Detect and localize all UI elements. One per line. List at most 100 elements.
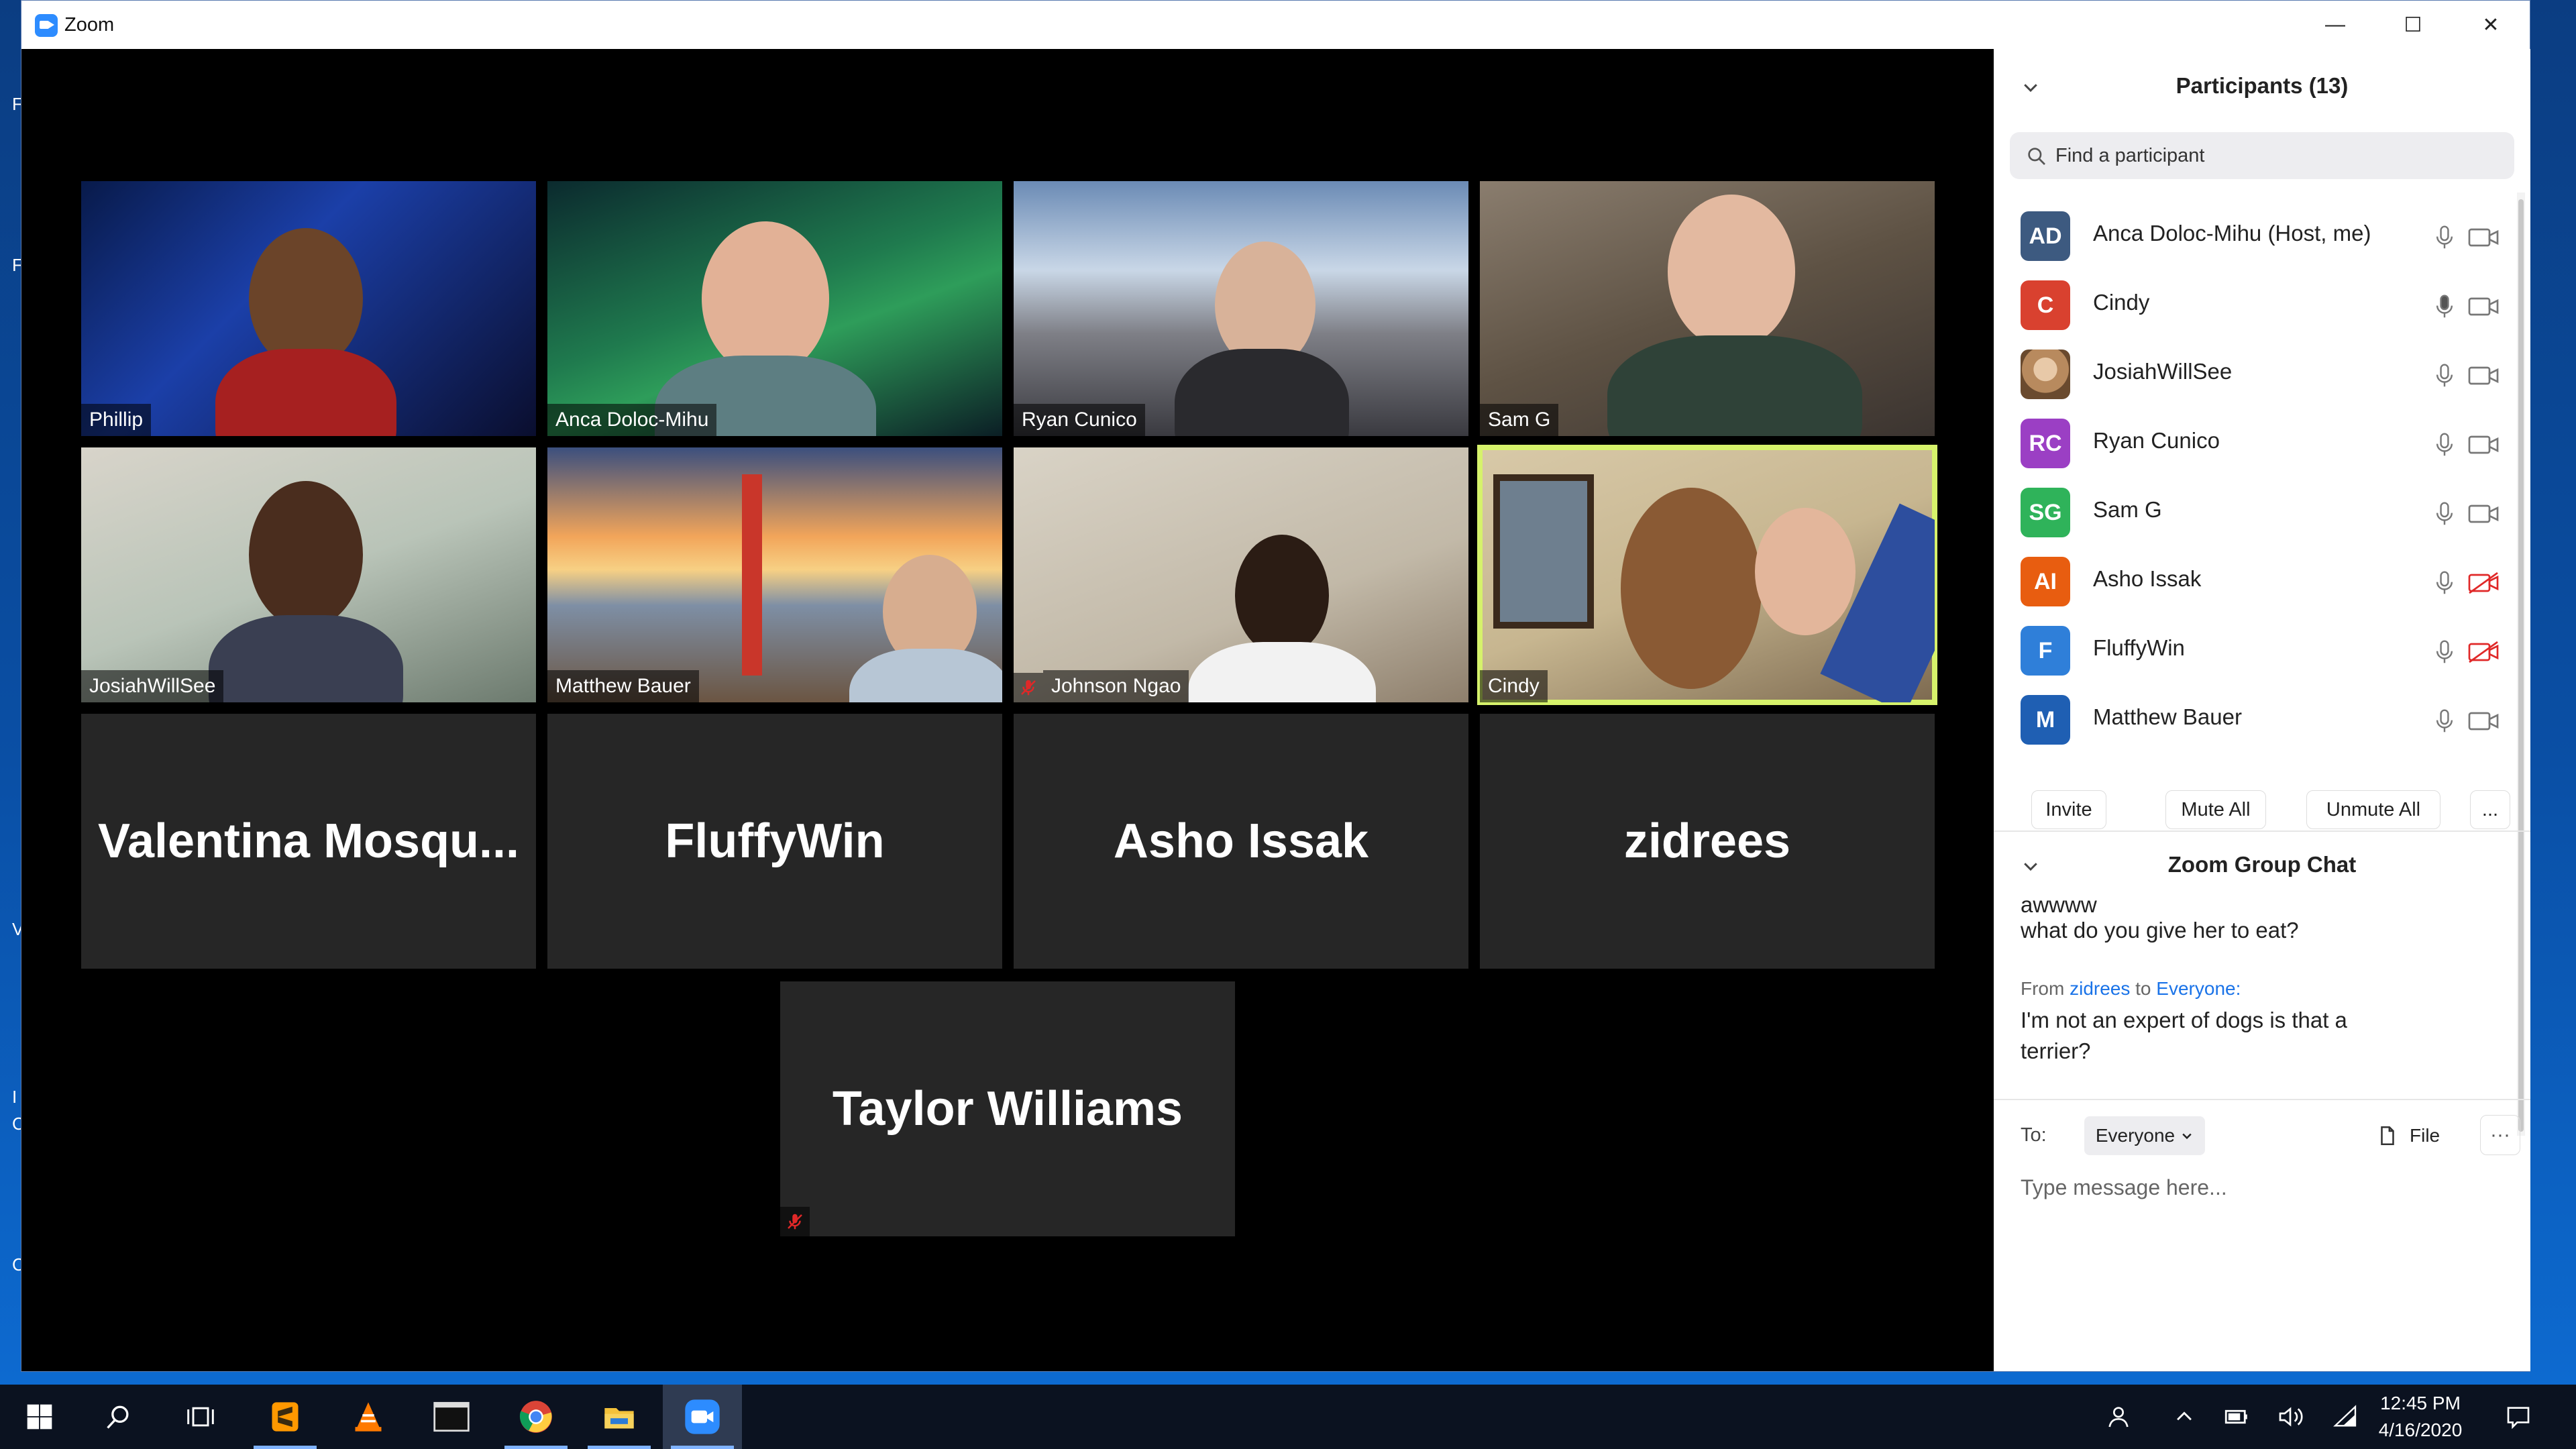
participant-row[interactable]: F FluffyWin <box>1994 612 2530 682</box>
avatar: AD <box>2021 211 2070 261</box>
participant-name: Ryan Cunico <box>2093 428 2220 453</box>
wifi-icon[interactable] <box>2329 1401 2361 1433</box>
minimize-button[interactable]: — <box>2296 1 2374 49</box>
video-off-icon[interactable] <box>2467 572 2500 594</box>
participant-display-name: zidrees <box>1623 814 1791 868</box>
taskbar-app-terminal[interactable] <box>412 1385 491 1449</box>
chat-message-list[interactable]: awwww what do you give her to eat? From … <box>1994 899 2517 1091</box>
video-camera-icon[interactable] <box>2467 295 2500 318</box>
taskbar-search-button[interactable] <box>79 1385 158 1449</box>
participant-row[interactable]: JosiahWillSee <box>1994 336 2530 405</box>
name-only-tile[interactable]: FluffyWin <box>547 714 1002 969</box>
participants-header: Participants (13) <box>1994 49 2530 123</box>
battery-icon[interactable] <box>2220 1401 2253 1433</box>
sender-link[interactable]: zidrees <box>2070 978 2130 999</box>
participant-video <box>702 221 829 376</box>
microphone-icon[interactable] <box>2433 432 2456 458</box>
video-tile[interactable]: Anca Doloc-Mihu <box>547 181 1002 436</box>
name-only-tile[interactable]: zidrees <box>1480 714 1935 969</box>
avatar: RC <box>2021 419 2070 468</box>
chevron-up-icon[interactable] <box>2168 1401 2200 1433</box>
video-off-icon[interactable] <box>2467 641 2500 663</box>
video-tile[interactable]: Ryan Cunico <box>1014 181 1468 436</box>
microphone-icon[interactable] <box>2433 363 2456 388</box>
name-only-tile[interactable]: Asho Issak <box>1014 714 1468 969</box>
participant-search[interactable] <box>2010 132 2514 179</box>
participant-row[interactable]: AI Asho Issak <box>1994 543 2530 612</box>
participant-name-tag: Sam G <box>1480 404 1559 436</box>
close-button[interactable]: ✕ <box>2452 1 2530 49</box>
name-only-tile[interactable]: Valentina Mosqu... <box>81 714 536 969</box>
video-tile[interactable]: Sam G <box>1480 181 1935 436</box>
chat-more-button[interactable]: ··· <box>2480 1115 2520 1155</box>
participant-display-name: FluffyWin <box>665 814 885 868</box>
microphone-icon[interactable] <box>2433 501 2456 527</box>
taskbar-app-zoom[interactable] <box>663 1385 742 1449</box>
video-tile[interactable]: JosiahWillSee <box>81 447 536 702</box>
taskbar-app-vlc[interactable] <box>329 1385 408 1449</box>
from-label: From <box>2021 978 2065 999</box>
microphone-icon[interactable] <box>2433 570 2456 596</box>
participant-video <box>249 481 363 629</box>
participant-display-name: Valentina Mosqu... <box>97 814 520 868</box>
chat-recipient-bar: To: Everyone File ··· <box>1994 1107 2520 1165</box>
participant-video <box>209 615 403 702</box>
more-options-button[interactable]: ... <box>2470 790 2510 829</box>
mic-muted-icon <box>1021 680 1036 696</box>
mic-muted-icon <box>788 1214 802 1230</box>
video-camera-icon[interactable] <box>2467 433 2500 456</box>
video-camera-icon[interactable] <box>2467 364 2500 387</box>
participant-name-tag: Anca Doloc-Mihu <box>547 404 717 436</box>
video-tile[interactable]: Johnson Ngao <box>1014 447 1468 702</box>
running-indicator <box>671 1446 734 1449</box>
participant-row[interactable]: AD Anca Doloc-Mihu (Host, me) <box>1994 198 2530 267</box>
maximize-button[interactable]: ☐ <box>2374 1 2452 49</box>
avatar: C <box>2021 280 2070 330</box>
participant-row[interactable]: C Cindy <box>1994 267 2530 336</box>
recipient-link[interactable]: Everyone: <box>2156 978 2241 999</box>
participant-row[interactable]: SG Sam G <box>1994 474 2530 543</box>
microphone-icon[interactable] <box>2433 225 2456 250</box>
unmute-all-button[interactable]: Unmute All <box>2306 790 2440 829</box>
chat-message: terrier? <box>2021 1038 2091 1063</box>
search-input[interactable] <box>2055 140 2485 171</box>
microphone-icon[interactable] <box>2433 294 2456 319</box>
system-clock[interactable]: 12:45 PM 4/16/2020 <box>2360 1390 2481 1444</box>
task-view-button[interactable] <box>161 1385 240 1449</box>
background-image <box>742 474 762 676</box>
people-icon[interactable] <box>2102 1401 2135 1433</box>
title-bar[interactable]: Zoom — ☐ ✕ <box>21 1 2530 49</box>
gallery-view: Phillip Anca Doloc-Mihu Ryan Cunico Sam … <box>21 49 1994 1371</box>
invite-button[interactable]: Invite <box>2031 790 2106 829</box>
participant-row[interactable]: RC Ryan Cunico <box>1994 405 2530 474</box>
taskbar-app-chrome[interactable] <box>496 1385 576 1449</box>
recipient-dropdown[interactable]: Everyone <box>2084 1116 2205 1155</box>
search-icon <box>2028 148 2045 165</box>
mute-all-button[interactable]: Mute All <box>2165 790 2266 829</box>
video-tile[interactable]: Matthew Bauer <box>547 447 1002 702</box>
zoom-window: Zoom — ☐ ✕ Phillip Anca Doloc-Mihu Ryan … <box>21 0 2530 1372</box>
notification-icon[interactable] <box>2502 1401 2534 1433</box>
taskbar-app-file-explorer[interactable] <box>580 1385 659 1449</box>
taskbar-app-sublime[interactable] <box>246 1385 325 1449</box>
microphone-icon[interactable] <box>2433 708 2456 734</box>
video-camera-icon[interactable] <box>2467 710 2500 733</box>
video-tile-active-speaker[interactable]: Cindy <box>1477 445 1937 705</box>
file-button[interactable]: File <box>2376 1116 2470 1155</box>
volume-icon[interactable] <box>2274 1401 2306 1433</box>
participant-name-tag: JosiahWillSee <box>81 670 224 702</box>
to-label: To: <box>2021 1124 2047 1146</box>
video-camera-icon[interactable] <box>2467 502 2500 525</box>
background-picture-frame <box>1493 474 1594 629</box>
participant-row[interactable]: M Matthew Bauer <box>1994 682 2530 751</box>
chat-message-input[interactable] <box>2021 1167 2504 1208</box>
chat-message: I'm not an expert of dogs is that a <box>2021 1008 2347 1032</box>
start-button[interactable] <box>0 1385 79 1449</box>
name-only-tile[interactable]: Taylor Williams <box>780 981 1235 1236</box>
microphone-icon[interactable] <box>2433 639 2456 665</box>
video-tile[interactable]: Phillip <box>81 181 536 436</box>
running-indicator <box>504 1446 568 1449</box>
video-camera-icon[interactable] <box>2467 226 2500 249</box>
folder-icon <box>604 1408 634 1429</box>
file-label: File <box>2410 1125 2440 1146</box>
